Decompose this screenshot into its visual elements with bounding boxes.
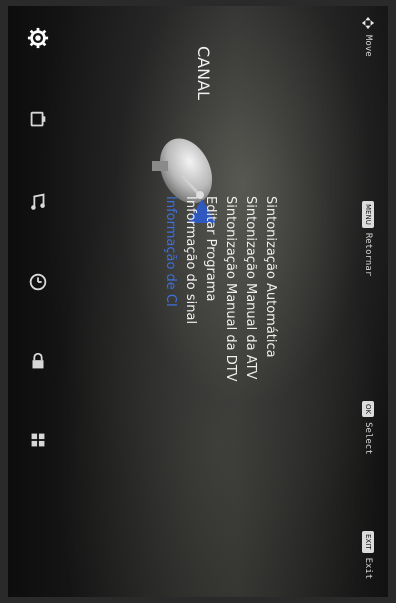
lock-icon[interactable] xyxy=(24,348,52,376)
clock-icon-glyph xyxy=(29,273,47,291)
grid-icon[interactable] xyxy=(24,426,52,454)
dpad-icon-glyph xyxy=(361,16,375,30)
hint-exit: EXIT Exit xyxy=(360,531,376,579)
hint-move: Move xyxy=(360,16,376,57)
osd-menu: CANAL Sintonização Automática Sintonizaç… xyxy=(8,6,388,597)
menu-item-signal-info[interactable]: Informação do sinal xyxy=(178,196,198,324)
picture-icon[interactable] xyxy=(24,106,52,134)
hint-bar: Move MENU Retornar OK Select EXIT Exit xyxy=(356,6,380,597)
picture-icon-glyph xyxy=(30,111,46,127)
exit-key: EXIT xyxy=(362,531,374,553)
gear-icon-glyph xyxy=(27,27,49,49)
channel-menu: Sintonização Automática Sintonização Man… xyxy=(118,196,278,476)
menu-item-ci-info: Informação de CI xyxy=(163,196,178,307)
category-label: CANAL xyxy=(194,46,213,100)
dpad-icon xyxy=(361,16,375,30)
lock-icon-glyph xyxy=(32,352,44,369)
hint-menu: MENU Retornar xyxy=(360,201,376,276)
gear-icon[interactable] xyxy=(24,24,52,52)
clock-icon[interactable] xyxy=(24,268,52,296)
hint-exit-label: Exit xyxy=(363,557,373,580)
menu-item-edit-program[interactable]: Editar Programa xyxy=(198,196,218,301)
menu-item-dtv-manual[interactable]: Sintonização Manual da DTV xyxy=(218,196,238,382)
hint-menu-label: Retornar xyxy=(363,232,373,277)
hint-ok-label: Select xyxy=(363,422,373,455)
music-icon-glyph xyxy=(31,193,45,210)
tab-bar xyxy=(18,6,58,597)
tv-frame: CANAL Sintonização Automática Sintonizaç… xyxy=(0,0,396,603)
menu-item-atv-manual[interactable]: Sintonização Manual da ATV xyxy=(238,196,258,379)
hint-ok: OK Select xyxy=(360,401,376,455)
music-icon[interactable] xyxy=(24,188,52,216)
ok-key: OK xyxy=(362,401,374,418)
menu-key: MENU xyxy=(362,201,374,228)
hint-move-label: Move xyxy=(363,35,373,57)
tv-screen: CANAL Sintonização Automática Sintonizaç… xyxy=(8,6,388,597)
grid-icon-glyph xyxy=(31,433,45,447)
menu-item-auto-tuning[interactable]: Sintonização Automática xyxy=(258,196,278,358)
